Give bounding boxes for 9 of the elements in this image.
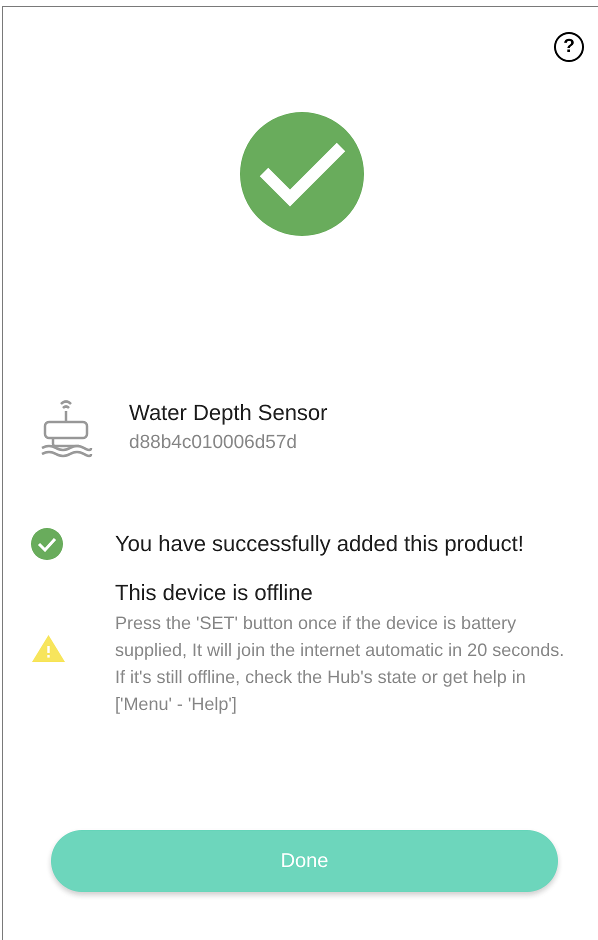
device-name: Water Depth Sensor	[129, 400, 328, 426]
message-title: You have successfully added this product!	[115, 530, 524, 558]
help-button[interactable]: ?	[554, 32, 584, 62]
success-check-icon	[31, 528, 63, 560]
message-title: This device is offline	[115, 579, 314, 607]
warning-icon	[31, 634, 66, 662]
device-id: d88b4c010006d57d	[129, 432, 298, 454]
message-detail: Press the 'SET' button once if the device is battery supplied, It will join the internet automatic in 20 seconds. If it's still offline, check the Hub's state or get help in ['Menu' - 'Help']	[115, 612, 566, 716]
success-check-icon	[240, 112, 364, 236]
